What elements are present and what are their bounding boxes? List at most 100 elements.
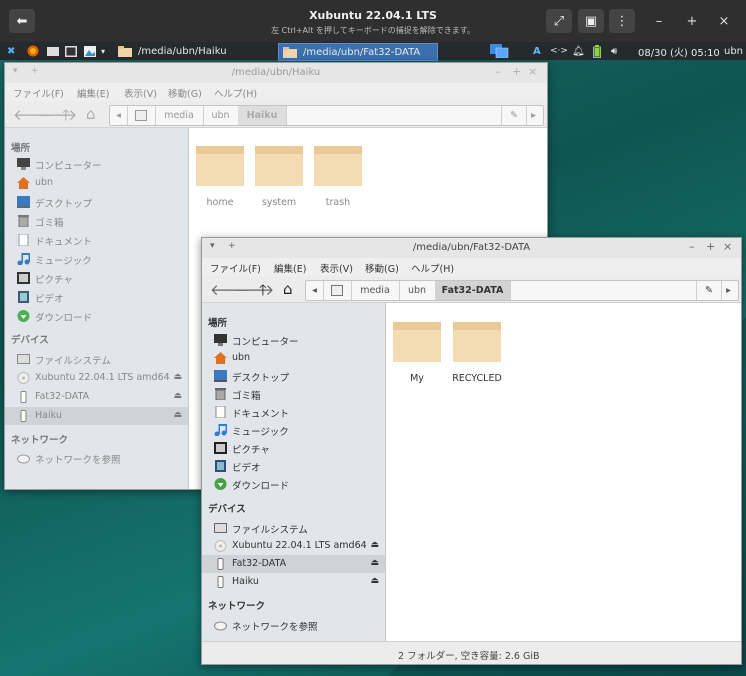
sidebar-item-haiku[interactable]: Haiku ⏏ [5, 407, 188, 425]
network-icon[interactable]: <·> [550, 44, 568, 58]
edit-path-icon[interactable]: ✎ [696, 281, 722, 300]
eject-icon[interactable]: ⏏ [173, 372, 182, 382]
forward-arrow-icon[interactable]: 🡒 [37, 105, 77, 124]
chevron-down-icon[interactable]: ▾ [101, 44, 105, 58]
sidebar-item-filesystem[interactable]: ファイルシステム [5, 350, 188, 368]
breadcrumb-ubn[interactable]: ubn [399, 281, 436, 300]
sidebar-item-videos[interactable]: ビデオ [202, 457, 385, 475]
minimize-icon[interactable]: – [689, 240, 695, 253]
folder-item[interactable]: system [254, 146, 304, 208]
drive-icon[interactable] [127, 106, 156, 125]
sidebar-item-browse-network[interactable]: ネットワークを参照 [5, 449, 188, 467]
clock[interactable]: 08/30 (火) 05:10 [638, 44, 720, 59]
up-arrow-icon[interactable]: 🡑 [62, 105, 70, 130]
user-menu[interactable]: ubn [724, 44, 743, 58]
maximize-icon[interactable]: + [512, 65, 521, 78]
battery-icon[interactable] [593, 44, 601, 58]
chevron-left-icon[interactable]: ◂ [110, 106, 128, 125]
chevron-right-icon[interactable]: ▸ [525, 106, 542, 125]
sidebar-item-fat32[interactable]: Fat32-DATA ⏏ [202, 555, 385, 573]
eject-icon[interactable]: ⏏ [370, 576, 379, 586]
breadcrumb-ubn[interactable]: ubn [203, 106, 239, 125]
home-icon[interactable]: ⌂ [86, 105, 96, 123]
window-titlebar[interactable]: ▾ + /media/ubn/Fat32-DATA – + × [202, 238, 741, 258]
sidebar-item-browse-network[interactable]: ネットワークを参照 [202, 616, 385, 634]
sidebar-item-documents[interactable]: ドキュメント [202, 403, 385, 421]
sidebar-item-downloads[interactable]: ダウンロード [5, 307, 188, 325]
sidebar-item-downloads[interactable]: ダウンロード [202, 475, 385, 493]
sidebar-item-desktop[interactable]: デスクトップ [202, 367, 385, 385]
chevron-left-icon[interactable]: ◂ [306, 281, 324, 300]
maximize-icon[interactable]: + [682, 11, 702, 31]
file-manager-window-fat32[interactable]: ▾ + /media/ubn/Fat32-DATA – + × ファイル(F) … [201, 237, 742, 665]
sidebar-item-music[interactable]: ミュージック [202, 421, 385, 439]
xfce-menu-icon[interactable]: ✖ [7, 44, 15, 58]
notification-bell-icon[interactable]: 🔔︎ [572, 44, 585, 58]
menu-edit[interactable]: 編集(E) [274, 261, 306, 275]
firefox-icon[interactable] [27, 44, 39, 58]
folder-item[interactable]: home [195, 146, 245, 208]
fullscreen-icon[interactable]: ⤢ [546, 9, 572, 33]
eject-icon[interactable]: ⏏ [370, 540, 379, 550]
taskbar-item-haiku[interactable]: /media/ubn/Haiku [118, 44, 268, 58]
volume-icon[interactable]: 🔊︎ [611, 44, 617, 58]
menu-view[interactable]: 表示(V) [320, 261, 353, 275]
sidebar-item-desktop[interactable]: デスクトップ [5, 193, 188, 211]
eject-icon[interactable]: ⏏ [370, 558, 379, 568]
breadcrumb-haiku[interactable]: Haiku [238, 106, 287, 125]
workspace-switcher[interactable] [490, 44, 510, 58]
chevron-right-icon[interactable]: ▸ [720, 281, 737, 300]
drive-icon[interactable] [323, 281, 352, 300]
sidebar-item-haiku[interactable]: Haiku ⏏ [202, 573, 385, 591]
menu-go[interactable]: 移動(G) [365, 261, 399, 275]
maximize-icon[interactable]: + [706, 240, 715, 253]
file-manager-icon[interactable] [47, 44, 59, 58]
file-view[interactable]: My RECYCLED [386, 303, 741, 642]
sidebar-item-pictures[interactable]: ピクチャ [202, 439, 385, 457]
edit-path-icon[interactable]: ✎ [501, 106, 527, 125]
menu-file[interactable]: ファイル(F) [13, 86, 64, 100]
sidebar-item-home[interactable]: ubn [202, 349, 385, 367]
up-arrow-icon[interactable]: 🡑 [259, 280, 267, 305]
image-viewer-icon[interactable] [84, 44, 96, 58]
sidebar-item-computer[interactable]: コンピューター [5, 155, 188, 173]
sidebar-item-computer[interactable]: コンピューター [202, 331, 385, 349]
sidebar-item-optical[interactable]: Xubuntu 22.04.1 LTS amd64 ⏏ [5, 369, 188, 387]
sidebar-item-fat32[interactable]: Fat32-DATA ⏏ [5, 388, 188, 406]
terminal-icon[interactable] [65, 44, 77, 58]
folder-item[interactable]: RECYCLED [452, 322, 502, 384]
menu-file[interactable]: ファイル(F) [210, 261, 261, 275]
sidebar-item-documents[interactable]: ドキュメント [5, 231, 188, 249]
sidebar-item-pictures[interactable]: ピクチャ [5, 269, 188, 287]
breadcrumb-media[interactable]: media [155, 106, 204, 125]
sidebar-item-optical[interactable]: Xubuntu 22.04.1 LTS amd64 ⏏ [202, 537, 385, 555]
menu-edit[interactable]: 編集(E) [77, 86, 109, 100]
breadcrumb-media[interactable]: media [351, 281, 400, 300]
menu-go[interactable]: 移動(G) [168, 86, 202, 100]
close-icon[interactable]: × [528, 65, 537, 78]
eject-icon[interactable]: ⏏ [173, 391, 182, 401]
sidebar-item-music[interactable]: ミュージック [5, 250, 188, 268]
folder-item[interactable]: My [392, 322, 442, 384]
forward-arrow-icon[interactable]: 🡒 [234, 280, 274, 299]
eject-icon[interactable]: ⏏ [173, 410, 182, 420]
sidebar-item-videos[interactable]: ビデオ [5, 288, 188, 306]
input-method-indicator[interactable]: A [533, 44, 541, 58]
minimize-icon[interactable]: – [495, 65, 501, 78]
breadcrumb-fat32-data[interactable]: Fat32-DATA [435, 281, 511, 300]
sidebar-item-trash[interactable]: ゴミ箱 [202, 385, 385, 403]
kebab-menu-icon[interactable]: ⋮ [609, 9, 635, 33]
close-icon[interactable]: × [723, 240, 732, 253]
close-icon[interactable]: × [714, 11, 734, 31]
sidebar-item-filesystem[interactable]: ファイルシステム [202, 519, 385, 537]
window-titlebar[interactable]: ▾ + /media/ubn/Haiku – + × [5, 63, 547, 83]
menu-help[interactable]: ヘルプ(H) [214, 86, 257, 100]
screenshot-icon[interactable]: ▣ [578, 9, 604, 33]
minimize-icon[interactable]: – [649, 11, 669, 31]
menu-view[interactable]: 表示(V) [124, 86, 157, 100]
sidebar-item-trash[interactable]: ゴミ箱 [5, 212, 188, 230]
taskbar-item-fat32[interactable]: /media/ubn/Fat32-DATA [278, 43, 438, 61]
home-icon[interactable]: ⌂ [283, 280, 293, 298]
menu-help[interactable]: ヘルプ(H) [411, 261, 454, 275]
sidebar-item-home[interactable]: ubn [5, 174, 188, 192]
